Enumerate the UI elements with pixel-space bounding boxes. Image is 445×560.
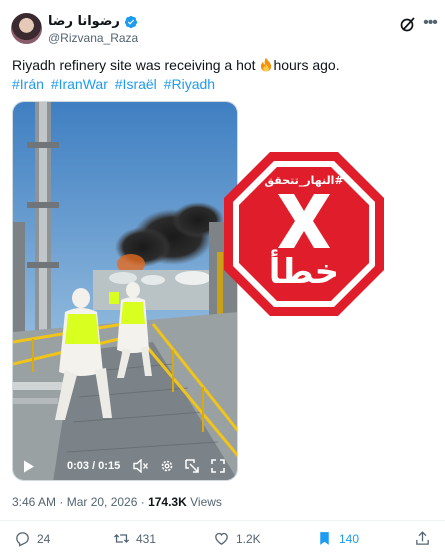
divider bbox=[0, 520, 445, 521]
tweet-header: رضوانا رضا @Rizvana_Raza ••• bbox=[0, 0, 445, 52]
play-icon[interactable] bbox=[23, 460, 35, 473]
tweet-text-part: Riyadh refinery site was receiving a hot bbox=[12, 57, 260, 73]
tweet-text-part: hours ago. bbox=[273, 57, 340, 73]
video-time: 0:03 / 0:15 bbox=[67, 460, 121, 472]
bookmark-count: 140 bbox=[339, 531, 360, 546]
repost-button[interactable]: 431 bbox=[113, 530, 156, 547]
author-display-name[interactable]: رضوانا رضا bbox=[48, 14, 120, 29]
like-count: 1.2K bbox=[236, 531, 261, 546]
tweet-meta: 3:46 AM · Mar 20, 2026 · 174.3K Views bbox=[12, 495, 222, 509]
reply-count: 24 bbox=[37, 531, 51, 546]
bookmark-icon bbox=[320, 532, 329, 545]
heart-icon bbox=[215, 532, 228, 545]
fullscreen-icon[interactable] bbox=[211, 459, 225, 473]
reply-button[interactable]: 24 bbox=[14, 530, 50, 547]
bookmark-button[interactable]: 140 bbox=[316, 530, 359, 547]
views-label: Views bbox=[186, 495, 222, 509]
author-handle[interactable]: @Rizvana_Raza bbox=[48, 31, 138, 45]
stamp-verdict: خطأ bbox=[268, 252, 340, 292]
hashtag-link[interactable]: #IranWar bbox=[51, 76, 108, 92]
author-name-row: رضوانا رضا bbox=[48, 14, 138, 29]
avatar[interactable] bbox=[11, 13, 42, 44]
bottom-strip bbox=[0, 553, 445, 560]
mute-icon[interactable] bbox=[133, 459, 149, 473]
reply-icon bbox=[16, 532, 29, 547]
tweet-actions: 24 431 1.2K 140 bbox=[0, 530, 445, 552]
repost-count: 431 bbox=[136, 531, 157, 546]
views-count: 174.3K bbox=[148, 495, 187, 509]
grok-icon[interactable] bbox=[398, 14, 418, 34]
picture-in-picture-icon[interactable] bbox=[185, 459, 199, 473]
stamp-hashtag: #النهار_تتحقق bbox=[264, 174, 344, 187]
video-player[interactable]: 0:03 / 0:15 bbox=[12, 101, 238, 481]
video-frame bbox=[13, 102, 237, 480]
hashtag-link[interactable]: #Irán bbox=[12, 76, 44, 92]
hashtag-link[interactable]: #Israël bbox=[115, 76, 157, 92]
share-button[interactable] bbox=[414, 530, 431, 547]
settings-icon[interactable] bbox=[160, 459, 174, 473]
repost-icon bbox=[113, 534, 130, 543]
like-button[interactable]: 1.2K bbox=[213, 530, 261, 547]
more-options-icon[interactable]: ••• bbox=[421, 14, 439, 34]
verified-badge-icon bbox=[124, 15, 137, 28]
hashtag-link[interactable]: #Riyadh bbox=[164, 76, 215, 92]
tweet-text: Riyadh refinery site was receiving a hot… bbox=[12, 56, 432, 74]
fact-check-stamp: #النهار_تتحقق خطأ bbox=[222, 150, 386, 318]
share-icon bbox=[416, 531, 429, 545]
fire-emoji-icon bbox=[261, 57, 272, 72]
timestamp[interactable]: 3:46 AM · Mar 20, 2026 · bbox=[12, 495, 148, 509]
x-mark-icon bbox=[278, 194, 330, 248]
hashtag-list: #Irán #IranWar #Israël #Riyadh bbox=[12, 75, 218, 93]
video-controls: 0:03 / 0:15 bbox=[13, 452, 237, 480]
